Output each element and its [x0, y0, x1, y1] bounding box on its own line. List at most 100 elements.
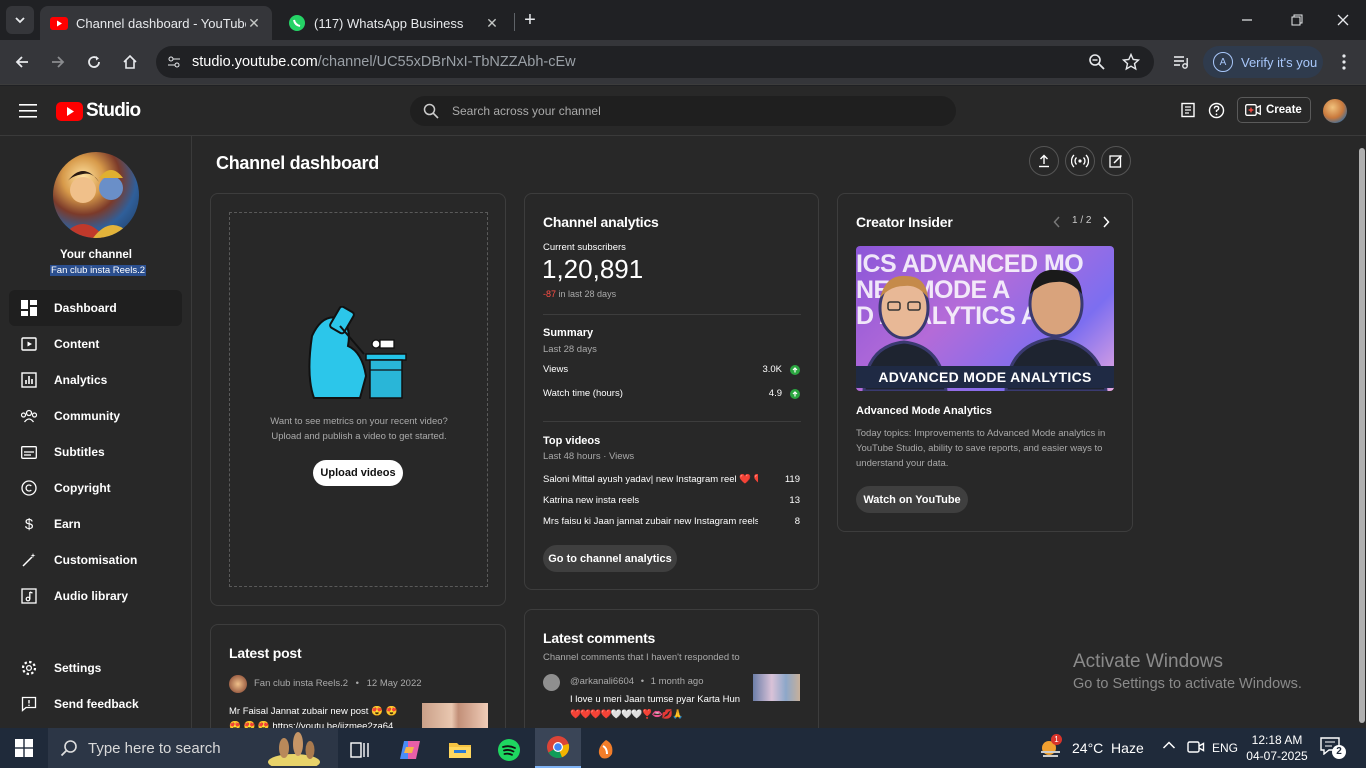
top-videos-title: Top videos	[543, 435, 601, 447]
new-tab-button[interactable]: +	[518, 8, 542, 32]
post-meta: Fan club insta Reels.2 • 12 May 2022	[254, 678, 422, 689]
activate-windows-subtitle: Go to Settings to activate Windows.	[1073, 676, 1302, 692]
upload-prompt-line1: Want to see metrics on your recent video…	[270, 416, 448, 427]
sidebar-item-subtitles[interactable]: Subtitles	[9, 434, 182, 470]
comment-video-thumbnail[interactable]	[753, 674, 800, 701]
copilot-button[interactable]	[390, 732, 430, 768]
channel-search-input[interactable]: Search across your channel	[410, 96, 956, 126]
top-video-title: Mrs faisu ki Jaan jannat zubair new Inst…	[543, 516, 758, 527]
sidebar-item-label: Content	[54, 337, 100, 351]
fl-studio-button[interactable]	[586, 732, 626, 768]
watch-on-youtube-button[interactable]: Watch on YouTube	[856, 486, 968, 513]
sidebar-item-community[interactable]: Community	[9, 398, 182, 434]
reload-button[interactable]	[78, 46, 110, 78]
back-button[interactable]	[6, 46, 38, 78]
taskbar-search-input[interactable]: Type here to search	[48, 728, 338, 768]
top-video-title: Saloni Mittal ayush yadav| new Instagram…	[543, 474, 758, 485]
upload-videos-button[interactable]: Upload videos	[313, 460, 403, 486]
url-host: studio.youtube.com	[192, 54, 318, 70]
minimize-button[interactable]	[1232, 10, 1262, 30]
summary-period: Last 28 days	[543, 344, 597, 355]
your-channel-label: Your channel	[60, 249, 132, 261]
metric-label: Views	[543, 364, 569, 375]
hamburger-menu-button[interactable]	[16, 101, 40, 121]
comment-author: @arkanali6604	[570, 676, 635, 687]
search-highlight-icon	[268, 732, 320, 766]
go-to-analytics-button[interactable]: Go to channel analytics	[543, 545, 677, 572]
sidebar-item-label: Subtitles	[54, 445, 105, 459]
divider	[543, 421, 801, 422]
help-docs-button[interactable]	[1180, 102, 1196, 118]
close-tab-icon[interactable]: ✕	[484, 15, 500, 31]
show-hidden-icons-button[interactable]	[1162, 740, 1176, 750]
tab-search-button[interactable]	[6, 6, 34, 34]
tab-youtube-studio[interactable]: Channel dashboard - YouTube Studio ✕	[40, 6, 272, 40]
media-controls-button[interactable]	[1165, 46, 1197, 78]
insider-next-button[interactable]	[1102, 216, 1110, 228]
forward-button[interactable]	[42, 46, 74, 78]
weather-badge: 1	[1051, 734, 1062, 745]
activate-windows-title: Activate Windows	[1073, 651, 1223, 672]
go-live-button[interactable]	[1065, 146, 1095, 176]
language-indicator[interactable]: ENG	[1212, 741, 1238, 755]
chrome-button[interactable]	[535, 728, 581, 768]
address-bar[interactable]: studio.youtube.com/channel/UC55xDBrNxI-T…	[156, 46, 1154, 78]
docs-icon	[1181, 102, 1195, 118]
comment-text-line2: ❤️❤️❤️❤️🤍🤍🤍❣️👄💋🙏	[570, 709, 683, 719]
top-video-row[interactable]: Mrs faisu ki Jaan jannat zubair new Inst…	[543, 516, 800, 527]
file-explorer-button[interactable]	[440, 732, 480, 768]
sidebar-item-audio-library[interactable]: Audio library	[9, 578, 182, 614]
subtitles-icon	[19, 442, 39, 462]
top-video-row[interactable]: Katrina new insta reels 13	[543, 495, 800, 506]
subscribers-label: Current subscribers	[543, 242, 626, 253]
sidebar-item-content[interactable]: Content	[9, 326, 182, 362]
sidebar-item-settings[interactable]: Settings	[9, 650, 182, 686]
post-text-line1[interactable]: Mr Faisal Jannat zubair new post 😍 😍	[229, 706, 414, 717]
studio-logo-text: Studio	[86, 100, 141, 121]
dashboard-icon	[19, 298, 39, 318]
restore-button[interactable]	[1282, 10, 1312, 30]
sidebar-item-dashboard[interactable]: Dashboard	[9, 290, 182, 326]
task-view-button[interactable]	[340, 732, 380, 768]
sidebar-item-send-feedback[interactable]: Send feedback	[9, 686, 182, 722]
feedback-icon	[19, 694, 39, 714]
top-video-row[interactable]: Saloni Mittal ayush yadav| new Instagram…	[543, 474, 800, 485]
page-scrollbar[interactable]	[1358, 136, 1366, 728]
weather-widget[interactable]: 1 24°C Haze	[1038, 728, 1144, 768]
zoom-icon[interactable]	[1088, 53, 1106, 71]
sidebar-item-copyright[interactable]: Copyright	[9, 470, 182, 506]
close-window-button[interactable]	[1328, 10, 1358, 30]
studio-header: Studio Search across your channel Create	[0, 86, 1366, 136]
start-button[interactable]	[2, 730, 46, 766]
sidebar-item-earn[interactable]: $ Earn	[9, 506, 182, 542]
insider-prev-button[interactable]	[1053, 216, 1061, 228]
create-button[interactable]: Create	[1237, 97, 1311, 123]
site-info-icon[interactable]	[164, 52, 184, 72]
channel-avatar[interactable]	[53, 152, 139, 238]
latest-post-title: Latest post	[229, 645, 302, 661]
profile-avatar-icon: A	[1213, 52, 1233, 72]
create-post-button[interactable]	[1101, 146, 1131, 176]
help-button[interactable]	[1208, 102, 1225, 119]
studio-sidebar: Your channel Fan club insta Reels.2 Dash…	[0, 136, 192, 728]
home-button[interactable]	[114, 46, 146, 78]
verify-profile-button[interactable]: A Verify it's you	[1203, 46, 1323, 78]
meet-now-button[interactable]	[1187, 739, 1205, 755]
camera-icon	[1187, 741, 1205, 753]
notification-center-button[interactable]: 2	[1320, 737, 1350, 759]
tab-whatsapp[interactable]: (117) WhatsApp Business ✕	[278, 6, 510, 40]
account-avatar[interactable]	[1323, 99, 1347, 123]
spotify-button[interactable]	[489, 732, 529, 768]
upload-video-button[interactable]	[1029, 146, 1059, 176]
sidebar-item-analytics[interactable]: Analytics	[9, 362, 182, 398]
clock[interactable]: 12:18 AM 04-07-2025	[1246, 732, 1308, 764]
bookmark-star-icon[interactable]	[1122, 53, 1140, 71]
meta-dot: •	[355, 678, 359, 689]
studio-logo[interactable]: Studio	[56, 100, 141, 122]
scrollbar-thumb[interactable]	[1359, 148, 1365, 723]
insider-thumbnail[interactable]: ICS ADVANCED MO NED MODE A D ANALYTICS A…	[856, 246, 1114, 391]
sidebar-item-customisation[interactable]: Customisation	[9, 542, 182, 578]
browser-menu-button[interactable]	[1328, 46, 1360, 78]
close-tab-icon[interactable]: ✕	[246, 15, 262, 31]
upload-prompt-line2: Upload and publish a video to get starte…	[271, 431, 447, 442]
